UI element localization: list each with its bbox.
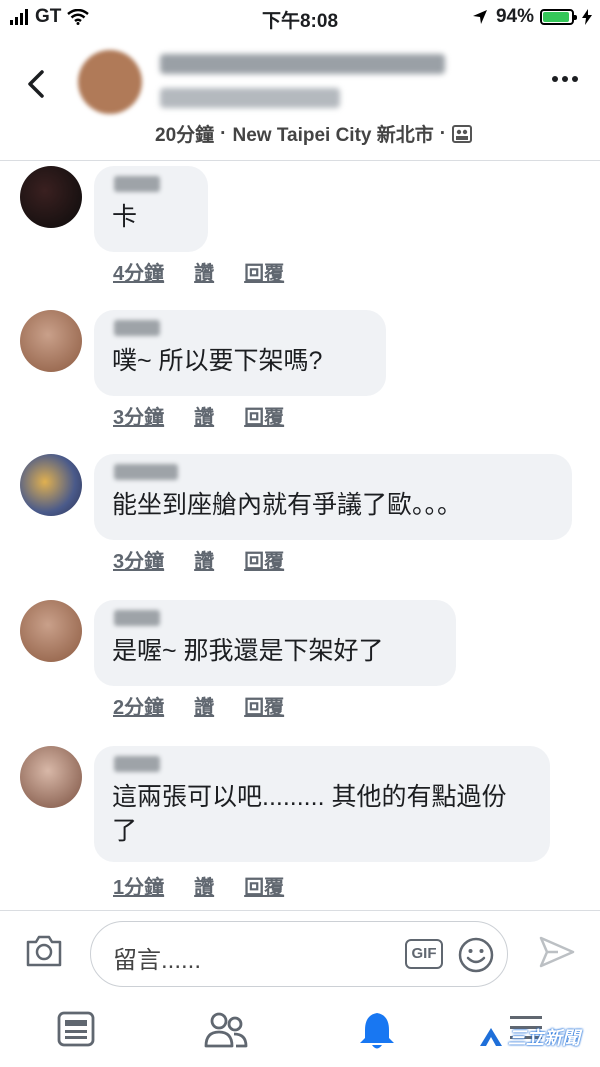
like-link[interactable]: 讚 bbox=[194, 257, 214, 286]
news-watermark: 三立新聞 bbox=[478, 1024, 580, 1050]
comment-time[interactable]: 3分鐘 bbox=[113, 401, 164, 430]
location-arrow-icon bbox=[472, 10, 487, 24]
comment-input[interactable]: 留言...... GIF bbox=[90, 921, 508, 987]
comment-text: 卡 bbox=[112, 203, 138, 231]
camera-icon[interactable] bbox=[24, 933, 64, 969]
reply-link[interactable]: 回覆 bbox=[244, 401, 284, 430]
reply-link[interactable]: 回覆 bbox=[244, 257, 284, 286]
more-dots-icon[interactable] bbox=[548, 76, 578, 82]
commenter-avatar[interactable] bbox=[20, 166, 82, 228]
commenter-avatar[interactable] bbox=[20, 600, 82, 662]
status-bar: GT 下午8:08 94% bbox=[0, 0, 600, 36]
friends-icon[interactable] bbox=[204, 1010, 248, 1050]
comment-bubble[interactable]: 是喔~ 那我還是下架好了 bbox=[94, 600, 456, 686]
author-avatar[interactable] bbox=[78, 50, 142, 114]
like-link[interactable]: 讚 bbox=[194, 545, 214, 574]
comment-actions: 4分鐘 讚 回覆 bbox=[113, 257, 314, 286]
like-link[interactable]: 讚 bbox=[194, 691, 214, 720]
comment-input-placeholder: 留言...... bbox=[113, 947, 202, 974]
reply-link[interactable]: 回覆 bbox=[244, 691, 284, 720]
commenter-name-blurred[interactable] bbox=[114, 610, 160, 626]
comment-time[interactable]: 3分鐘 bbox=[113, 545, 164, 574]
commenter-avatar[interactable] bbox=[20, 310, 82, 372]
commenter-name-blurred[interactable] bbox=[114, 320, 160, 336]
comment-text: 這兩張可以吧......... 其他的有點過份了 bbox=[112, 783, 507, 845]
like-link[interactable]: 讚 bbox=[194, 401, 214, 430]
comment-actions: 2分鐘 讚 回覆 bbox=[113, 691, 314, 720]
commenter-avatar[interactable] bbox=[20, 746, 82, 808]
watermark-logo-icon bbox=[480, 1028, 502, 1046]
commenter-name-blurred[interactable] bbox=[114, 464, 178, 480]
news-feed-icon[interactable] bbox=[56, 1010, 96, 1048]
comment-actions: 3分鐘 讚 回覆 bbox=[113, 401, 314, 430]
reply-link[interactable]: 回覆 bbox=[244, 871, 284, 900]
charging-bolt-icon bbox=[582, 9, 592, 25]
meta-separator-2: · bbox=[439, 122, 447, 144]
comment-bubble[interactable]: 卡 bbox=[94, 166, 208, 252]
battery-icon bbox=[540, 9, 577, 25]
comment-bubble[interactable]: 噗~ 所以要下架嗎? bbox=[94, 310, 386, 396]
post-time[interactable]: 20分鐘 bbox=[155, 120, 214, 147]
comment-actions: 1分鐘 讚 回覆 bbox=[113, 871, 314, 900]
gif-button[interactable]: GIF bbox=[405, 939, 443, 969]
battery-percent: 94% bbox=[495, 6, 534, 27]
post-location[interactable]: New Taipei City 新北市 bbox=[232, 120, 433, 147]
comment-bubble[interactable]: 能坐到座艙內就有爭議了歐。。。 bbox=[94, 454, 572, 540]
like-link[interactable]: 讚 bbox=[194, 871, 214, 900]
post-title-blurred bbox=[160, 88, 340, 108]
commenter-avatar[interactable] bbox=[20, 454, 82, 516]
author-name-blurred[interactable] bbox=[160, 54, 445, 74]
post-meta: 20分鐘 · New Taipei City 新北市 · bbox=[155, 120, 473, 147]
comment-actions: 3分鐘 讚 回覆 bbox=[113, 545, 314, 574]
comment-text: 是喔~ 那我還是下架好了 bbox=[112, 637, 384, 665]
comment-text: 能坐到座艙內就有爭議了歐。。。 bbox=[112, 491, 463, 519]
reply-link[interactable]: 回覆 bbox=[244, 545, 284, 574]
post-header: 20分鐘 · New Taipei City 新北市 · bbox=[0, 36, 600, 161]
commenter-name-blurred[interactable] bbox=[114, 756, 160, 772]
send-icon[interactable] bbox=[538, 935, 576, 969]
privacy-icon bbox=[452, 124, 473, 143]
commenter-name-blurred[interactable] bbox=[114, 176, 160, 192]
comment-text: 噗~ 所以要下架嗎? bbox=[112, 347, 323, 375]
comment-time[interactable]: 1分鐘 bbox=[113, 871, 164, 900]
bottom-nav: 三立新聞 bbox=[0, 998, 600, 1067]
comment-bubble[interactable]: 這兩張可以吧......... 其他的有點過份了 bbox=[94, 746, 550, 862]
status-right: 94% bbox=[472, 6, 592, 28]
emoji-icon[interactable] bbox=[457, 936, 495, 974]
comment-time[interactable]: 2分鐘 bbox=[113, 691, 164, 720]
back-chevron-icon[interactable] bbox=[22, 64, 54, 104]
comment-composer: 留言...... GIF bbox=[0, 910, 600, 999]
watermark-text: 三立新聞 bbox=[508, 1028, 580, 1048]
comment-time[interactable]: 4分鐘 bbox=[113, 257, 164, 286]
meta-separator: · bbox=[220, 122, 227, 144]
notifications-bell-icon[interactable] bbox=[357, 1010, 397, 1052]
